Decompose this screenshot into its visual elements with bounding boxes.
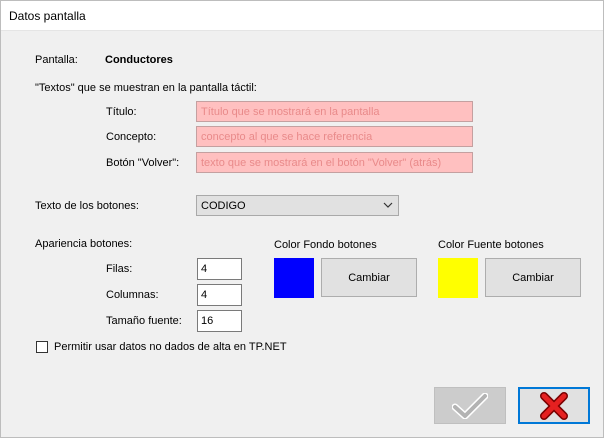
permitir-checkbox[interactable]: [36, 341, 48, 353]
window-border: [0, 0, 604, 438]
volver-label: Botón "Volver":: [106, 157, 180, 169]
checkmark-icon: [452, 393, 488, 419]
texto-botones-label: Texto de los botones:: [35, 200, 139, 212]
filas-label: Filas:: [106, 263, 133, 275]
columnas-label: Columnas:: [106, 289, 159, 301]
tamano-fuente-label: Tamaño fuente:: [106, 315, 182, 327]
ok-button[interactable]: [434, 387, 506, 424]
chevron-down-icon: [383, 202, 393, 208]
apariencia-heading: Apariencia botones:: [35, 238, 133, 250]
title-bar: Datos pantalla: [0, 0, 604, 31]
titulo-input[interactable]: [196, 101, 473, 122]
color-fuente-swatch: [438, 258, 478, 298]
cambiar-fondo-button[interactable]: Cambiar: [321, 258, 417, 297]
close-icon: [540, 392, 568, 420]
window-title: Datos pantalla: [9, 9, 86, 23]
titulo-label: Título:: [106, 106, 137, 118]
color-fondo-swatch: [274, 258, 314, 298]
pantalla-label: Pantalla:: [35, 54, 78, 66]
color-fondo-label: Color Fondo botones: [274, 239, 377, 251]
permitir-label: Permitir usar datos no dados de alta en …: [54, 341, 287, 353]
textos-heading: "Textos" que se muestran en la pantalla …: [35, 82, 257, 94]
pantalla-value: Conductores: [105, 54, 173, 66]
volver-input[interactable]: [196, 152, 473, 173]
tamano-fuente-input[interactable]: [197, 310, 242, 332]
color-fuente-label: Color Fuente botones: [438, 239, 544, 251]
concepto-input[interactable]: [196, 126, 473, 147]
texto-botones-select[interactable]: CODIGO: [196, 195, 399, 216]
concepto-label: Concepto:: [106, 131, 157, 143]
columnas-input[interactable]: [197, 284, 242, 306]
cambiar-fuente-button[interactable]: Cambiar: [485, 258, 581, 297]
filas-input[interactable]: [197, 258, 242, 280]
texto-botones-value: CODIGO: [201, 200, 246, 212]
cancel-button[interactable]: [518, 387, 590, 424]
